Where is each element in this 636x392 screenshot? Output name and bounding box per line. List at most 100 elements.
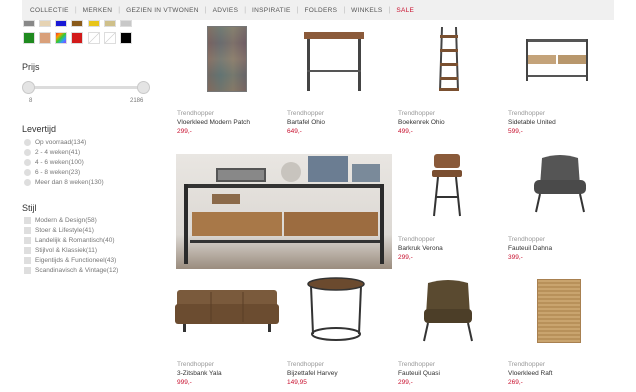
product-name[interactable]: Barkruk Verona xyxy=(398,245,443,252)
color-swatch-blue[interactable] xyxy=(55,20,67,27)
product-brand: Trendhopper xyxy=(508,361,545,368)
product-name[interactable]: Boekenrek Ohio xyxy=(398,119,445,126)
product-name[interactable]: Fauteuil Dahna xyxy=(508,245,552,252)
color-swatch-khaki[interactable] xyxy=(104,20,116,27)
style-option[interactable]: Eigentijds & Functioneel(43) xyxy=(24,257,116,264)
checkbox[interactable] xyxy=(24,267,31,274)
option-label: Stijlvol & Klassiek(11) xyxy=(35,247,98,254)
armchair-icon[interactable] xyxy=(530,152,590,214)
color-swatch-transparent[interactable] xyxy=(88,32,100,44)
rug-icon[interactable] xyxy=(207,26,247,92)
product-name[interactable]: Vloerkleed Modern Patch xyxy=(177,119,250,126)
nav-advies[interactable]: ADVIES xyxy=(213,7,239,14)
style-option[interactable]: Modern & Design(58) xyxy=(24,217,97,224)
featured-banner[interactable] xyxy=(176,154,392,269)
product-name[interactable]: Sidetable United xyxy=(508,119,556,126)
color-swatch-red[interactable] xyxy=(71,32,83,44)
ladder-shelf-icon[interactable] xyxy=(436,25,462,93)
radio-button[interactable] xyxy=(24,159,31,166)
nav-merken[interactable]: MERKEN xyxy=(83,7,113,14)
option-label: Modern & Design(58) xyxy=(35,217,97,224)
color-swatch-brown[interactable] xyxy=(71,20,83,27)
checkbox[interactable] xyxy=(24,257,31,264)
delivery-option[interactable]: Op voorraad(134) xyxy=(24,139,86,146)
color-swatch-white[interactable] xyxy=(104,32,116,44)
price-filter-title: Prijs xyxy=(22,62,40,72)
color-swatch-multicolor[interactable] xyxy=(55,32,67,44)
delivery-option[interactable]: 6 - 8 weken(23) xyxy=(24,169,80,176)
nav-inspiratie[interactable]: INSPIRATIE xyxy=(252,7,291,14)
radio-button[interactable] xyxy=(24,139,31,146)
color-swatch-grey[interactable] xyxy=(23,20,35,27)
nav-separator: | xyxy=(204,6,207,14)
option-label: Landelijk & Romantisch(40) xyxy=(35,237,115,244)
product-brand: Trendhopper xyxy=(398,361,435,368)
product-price: 599,- xyxy=(508,128,523,135)
bar-table-icon[interactable] xyxy=(302,30,366,92)
color-swatch-yellow[interactable] xyxy=(88,20,100,27)
nav-winkels[interactable]: WINKELS xyxy=(351,7,382,14)
top-navigation: COLLECTIE | MERKEN | GEZIEN IN VTWONEN |… xyxy=(22,0,614,20)
option-label: Op voorraad(134) xyxy=(35,139,87,146)
color-swatch-black[interactable] xyxy=(120,32,132,44)
sidetable-icon[interactable] xyxy=(524,37,590,83)
product-name[interactable]: 3-Zitsbank Yala xyxy=(177,370,222,377)
radio-button[interactable] xyxy=(24,149,31,156)
leather-armchair-icon[interactable] xyxy=(420,279,476,343)
sofa-icon[interactable] xyxy=(173,288,281,334)
color-swatch-green[interactable] xyxy=(23,32,35,44)
product-name[interactable]: Vloerkleed Raft xyxy=(508,370,552,377)
product-price: 999,- xyxy=(177,379,192,386)
price-slider-track[interactable] xyxy=(28,86,144,89)
product-name[interactable]: Bijzettafel Harvey xyxy=(287,370,338,377)
style-option[interactable]: Stijlvol & Klassiek(11) xyxy=(24,247,97,254)
checkbox[interactable] xyxy=(24,217,31,224)
radio-button[interactable] xyxy=(24,169,31,176)
product-brand: Trendhopper xyxy=(398,236,435,243)
product-brand: Trendhopper xyxy=(287,361,324,368)
color-swatch-pink[interactable] xyxy=(39,32,51,44)
option-label: Eigentijds & Functioneel(43) xyxy=(35,257,117,264)
price-min-label: 8 xyxy=(29,98,33,104)
checkbox[interactable] xyxy=(24,247,31,254)
product-brand: Trendhopper xyxy=(287,110,324,117)
option-label: 4 - 6 weken(100) xyxy=(35,159,84,166)
nav-separator: | xyxy=(388,6,391,14)
price-slider-max-handle[interactable] xyxy=(137,81,150,94)
jute-rug-icon[interactable] xyxy=(537,279,581,343)
delivery-option[interactable]: Meer dan 8 weken(130) xyxy=(24,179,104,186)
product-price: 299,- xyxy=(398,254,413,261)
nav-sale[interactable]: SALE xyxy=(396,7,414,14)
delivery-filter-title: Levertijd xyxy=(22,124,57,134)
delivery-option[interactable]: 2 - 4 weken(41) xyxy=(24,149,80,156)
product-price: 299,- xyxy=(177,128,192,135)
nav-separator: | xyxy=(118,6,121,14)
side-table-round-icon[interactable] xyxy=(305,276,367,344)
option-label: 2 - 4 weken(41) xyxy=(35,149,81,156)
nav-gezien-in-vtwonen[interactable]: GEZIEN IN VTWONEN xyxy=(126,7,199,14)
bar-stool-icon[interactable] xyxy=(428,152,468,218)
option-label: Stoer & Lifestyle(41) xyxy=(35,227,94,234)
style-option[interactable]: Stoer & Lifestyle(41) xyxy=(24,227,94,234)
checkbox[interactable] xyxy=(24,227,31,234)
product-name[interactable]: Bartafel Ohio xyxy=(287,119,325,126)
product-price: 399,- xyxy=(508,254,523,261)
radio-button[interactable] xyxy=(24,179,31,186)
price-slider-min-handle[interactable] xyxy=(22,81,35,94)
nav-collectie[interactable]: COLLECTIE xyxy=(30,7,69,14)
nav-folders[interactable]: FOLDERS xyxy=(305,7,338,14)
product-name[interactable]: Fauteuil Quasi xyxy=(398,370,440,377)
sideboard-icon xyxy=(184,156,384,264)
product-brand: Trendhopper xyxy=(177,361,214,368)
product-price: 269,- xyxy=(508,379,523,386)
price-max-label: 2186 xyxy=(130,98,144,104)
product-price: 149,95 xyxy=(287,379,307,386)
checkbox[interactable] xyxy=(24,237,31,244)
style-option[interactable]: Scandinavisch & Vintage(12) xyxy=(24,267,118,274)
option-label: 6 - 8 weken(23) xyxy=(35,169,81,176)
color-swatch-silver[interactable] xyxy=(120,20,132,27)
style-option[interactable]: Landelijk & Romantisch(40) xyxy=(24,237,114,244)
color-swatch-beige[interactable] xyxy=(39,20,51,27)
nav-separator: | xyxy=(343,6,346,14)
delivery-option[interactable]: 4 - 6 weken(100) xyxy=(24,159,84,166)
